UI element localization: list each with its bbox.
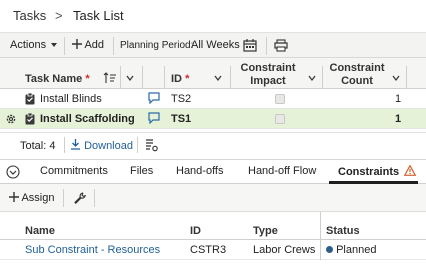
comment-icon[interactable] <box>148 92 160 104</box>
footer-divider <box>137 137 138 153</box>
status-dot-icon <box>326 246 333 253</box>
task-name[interactable]: Install Scaffolding <box>40 113 135 125</box>
breadcrumb-tasks[interactable]: Tasks <box>13 8 46 23</box>
column-header-task-name[interactable]: Task Name * <box>25 73 90 85</box>
actions-menu-button[interactable]: Actions <box>10 39 58 51</box>
column-header-type[interactable]: Type <box>253 225 278 237</box>
column-divider <box>164 66 165 88</box>
sort-icon[interactable] <box>103 72 117 84</box>
constraint-name-link[interactable]: Sub Constraint - Resources <box>25 244 160 256</box>
clipboard-icon <box>25 93 35 105</box>
add-button[interactable]: Add <box>72 39 104 51</box>
chevron-down-icon[interactable] <box>392 75 400 81</box>
toolbar-divider <box>64 37 65 55</box>
chevron-down-icon[interactable] <box>308 75 316 81</box>
status-label: Planned <box>336 244 377 256</box>
constraint-impact-checkbox <box>275 94 285 104</box>
plus-icon <box>72 39 82 49</box>
clipboard-icon <box>25 113 35 125</box>
constraints-toolbar: Assign <box>0 184 426 212</box>
task-grid-header: Task Name * ID * Constraint Impact Const… <box>0 58 426 89</box>
comment-icon[interactable] <box>148 112 160 124</box>
plus-icon <box>9 192 19 202</box>
download-label: Download <box>84 140 133 152</box>
column-divider <box>120 66 121 88</box>
total-count: Total: 4 <box>20 140 56 152</box>
download-icon <box>71 139 80 150</box>
table-row[interactable]: Sub Constraint - Resources CSTR3 Labor C… <box>0 240 426 260</box>
column-divider <box>406 66 407 88</box>
constraint-id: CSTR3 <box>190 244 227 256</box>
toolbar-divider <box>94 189 95 207</box>
column-divider <box>230 66 231 88</box>
task-id[interactable]: TS2 <box>171 93 191 105</box>
constraint-impact-checkbox <box>275 114 285 124</box>
download-button[interactable]: Download <box>70 139 133 152</box>
chevron-down-icon[interactable] <box>126 75 134 81</box>
toolbar-divider <box>113 37 114 55</box>
grid-footer: Total: 4 Download <box>0 132 426 156</box>
assign-button[interactable]: Assign <box>9 192 54 204</box>
add-label: Add <box>84 39 105 51</box>
chevron-down-icon <box>51 43 58 48</box>
tab-commitments[interactable]: Commitments <box>40 165 108 177</box>
column-header-id[interactable]: ID * <box>171 73 189 85</box>
print-icon[interactable] <box>274 39 288 52</box>
column-header-status[interactable]: Status <box>326 225 360 237</box>
wrench-icon[interactable] <box>74 192 86 204</box>
actions-label: Actions <box>10 39 47 51</box>
task-toolbar: Actions Add Planning Period: All Weeks <box>0 32 426 58</box>
column-divider <box>322 66 323 88</box>
breadcrumb-separator: > <box>55 8 63 23</box>
task-name[interactable]: Install Blinds <box>40 93 102 105</box>
toolbar-divider <box>266 37 267 55</box>
status-badge: Planned <box>326 244 376 256</box>
task-id[interactable]: TS1 <box>171 113 191 125</box>
column-header-constraint-id[interactable]: ID <box>190 225 201 237</box>
collapse-icon[interactable] <box>6 165 20 179</box>
calendar-icon[interactable] <box>243 39 257 52</box>
chevron-down-icon[interactable] <box>214 75 222 81</box>
breadcrumb: Tasks > Task List <box>0 0 426 32</box>
column-divider <box>142 66 143 88</box>
tab-hand-off-flow[interactable]: Hand-off Flow <box>248 165 316 177</box>
required-marker: * <box>185 73 190 85</box>
toolbar-divider <box>63 189 64 207</box>
column-divider <box>320 240 321 260</box>
column-divider <box>320 212 321 240</box>
column-header-name[interactable]: Name <box>25 225 55 237</box>
footer-divider <box>64 137 65 153</box>
gear-icon[interactable] <box>5 113 17 125</box>
column-header-constraint-impact[interactable]: Constraint Impact <box>236 62 300 88</box>
tab-constraints[interactable]: Constraints <box>338 164 417 178</box>
planning-period-label: Planning Period: <box>120 40 194 51</box>
export-settings-icon[interactable] <box>145 139 158 152</box>
warning-icon <box>403 164 417 176</box>
assign-label: Assign <box>21 192 55 204</box>
table-row[interactable]: Install Scaffolding TS1 1 <box>0 109 426 129</box>
constraint-count: 1 <box>395 93 402 105</box>
tab-hand-offs[interactable]: Hand-offs <box>176 165 224 177</box>
planning-period-value[interactable]: All Weeks <box>191 39 240 51</box>
table-row[interactable]: Install Blinds TS2 1 <box>0 89 426 109</box>
constraint-type: Labor Crews <box>253 244 316 256</box>
tab-files[interactable]: Files <box>130 165 153 177</box>
required-marker: * <box>85 73 90 85</box>
column-header-constraint-count[interactable]: Constraint Count <box>328 62 386 88</box>
constraints-table-header: Name ID Type Status <box>0 212 426 240</box>
breadcrumb-current: Task List <box>73 8 124 23</box>
detail-tabs: Commitments Files Hand-offs Hand-off Flo… <box>0 159 426 184</box>
constraint-count: 1 <box>395 113 402 125</box>
